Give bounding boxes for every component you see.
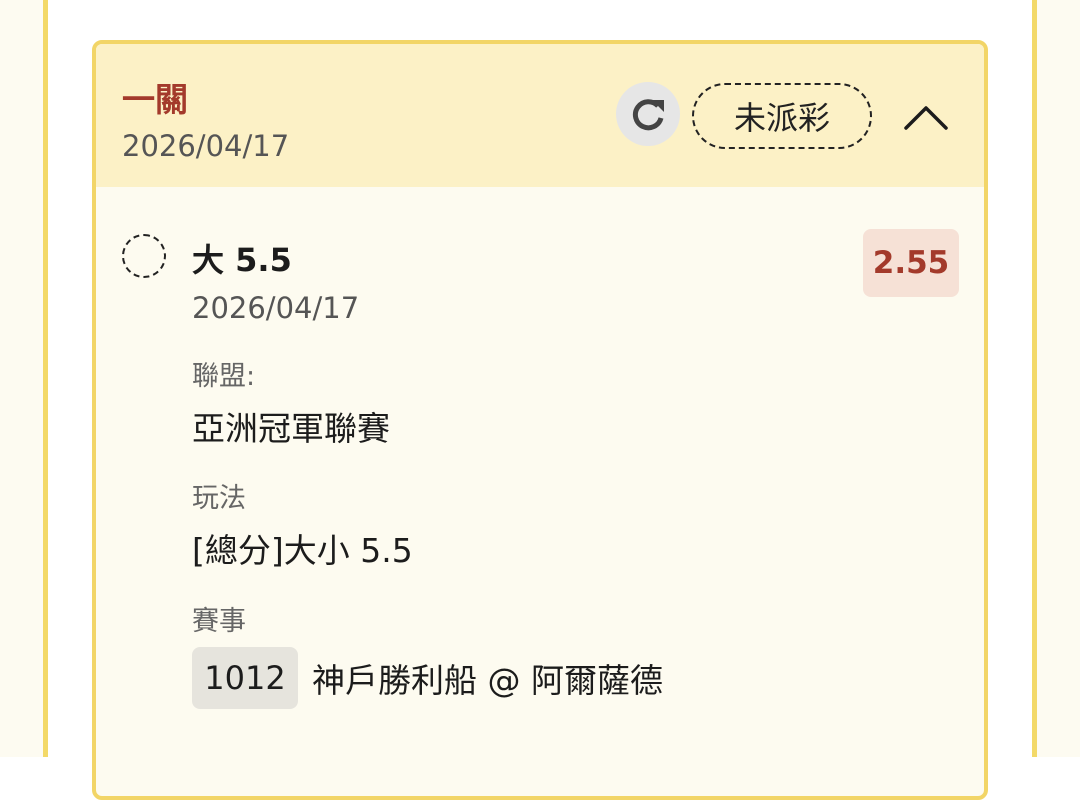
league-value: 亞洲冠軍聯賽 (192, 409, 390, 448)
refresh-icon (632, 99, 664, 131)
frame-right-margin (1037, 0, 1080, 757)
market-label: 玩法 (192, 483, 246, 514)
league-label: 聯盟: (192, 361, 256, 392)
frame-left-margin (0, 0, 43, 757)
selection-title: 大 5.5 (192, 241, 292, 279)
selection-date: 2026/04/17 (192, 291, 360, 325)
chevron-up-icon (904, 106, 948, 130)
bet-card: 一關 2026/04/17 未派彩 大 5.5 2026/04/17 2.55 … (92, 40, 988, 800)
collapse-button[interactable] (896, 92, 956, 142)
page-background: 一關 2026/04/17 未派彩 大 5.5 2026/04/17 2.55 … (0, 0, 1080, 800)
payout-status-badge: 未派彩 (692, 83, 872, 149)
bet-date: 2026/04/17 (122, 129, 290, 163)
market-value: [總分]大小 5.5 (192, 531, 413, 570)
bet-card-header[interactable]: 一關 2026/04/17 未派彩 (96, 44, 984, 187)
bet-type-title: 一關 (122, 80, 188, 119)
selection-status-icon (122, 234, 166, 278)
event-label: 賽事 (192, 606, 246, 637)
event-name: 神戶勝利船 @ 阿爾薩德 (312, 661, 663, 700)
event-code-badge: 1012 (192, 647, 298, 709)
odds-badge: 2.55 (863, 229, 959, 297)
refresh-button[interactable] (616, 82, 680, 146)
frame-left-border (43, 0, 48, 757)
event-row: 1012 神戶勝利船 @ 阿爾薩德 (192, 647, 663, 709)
